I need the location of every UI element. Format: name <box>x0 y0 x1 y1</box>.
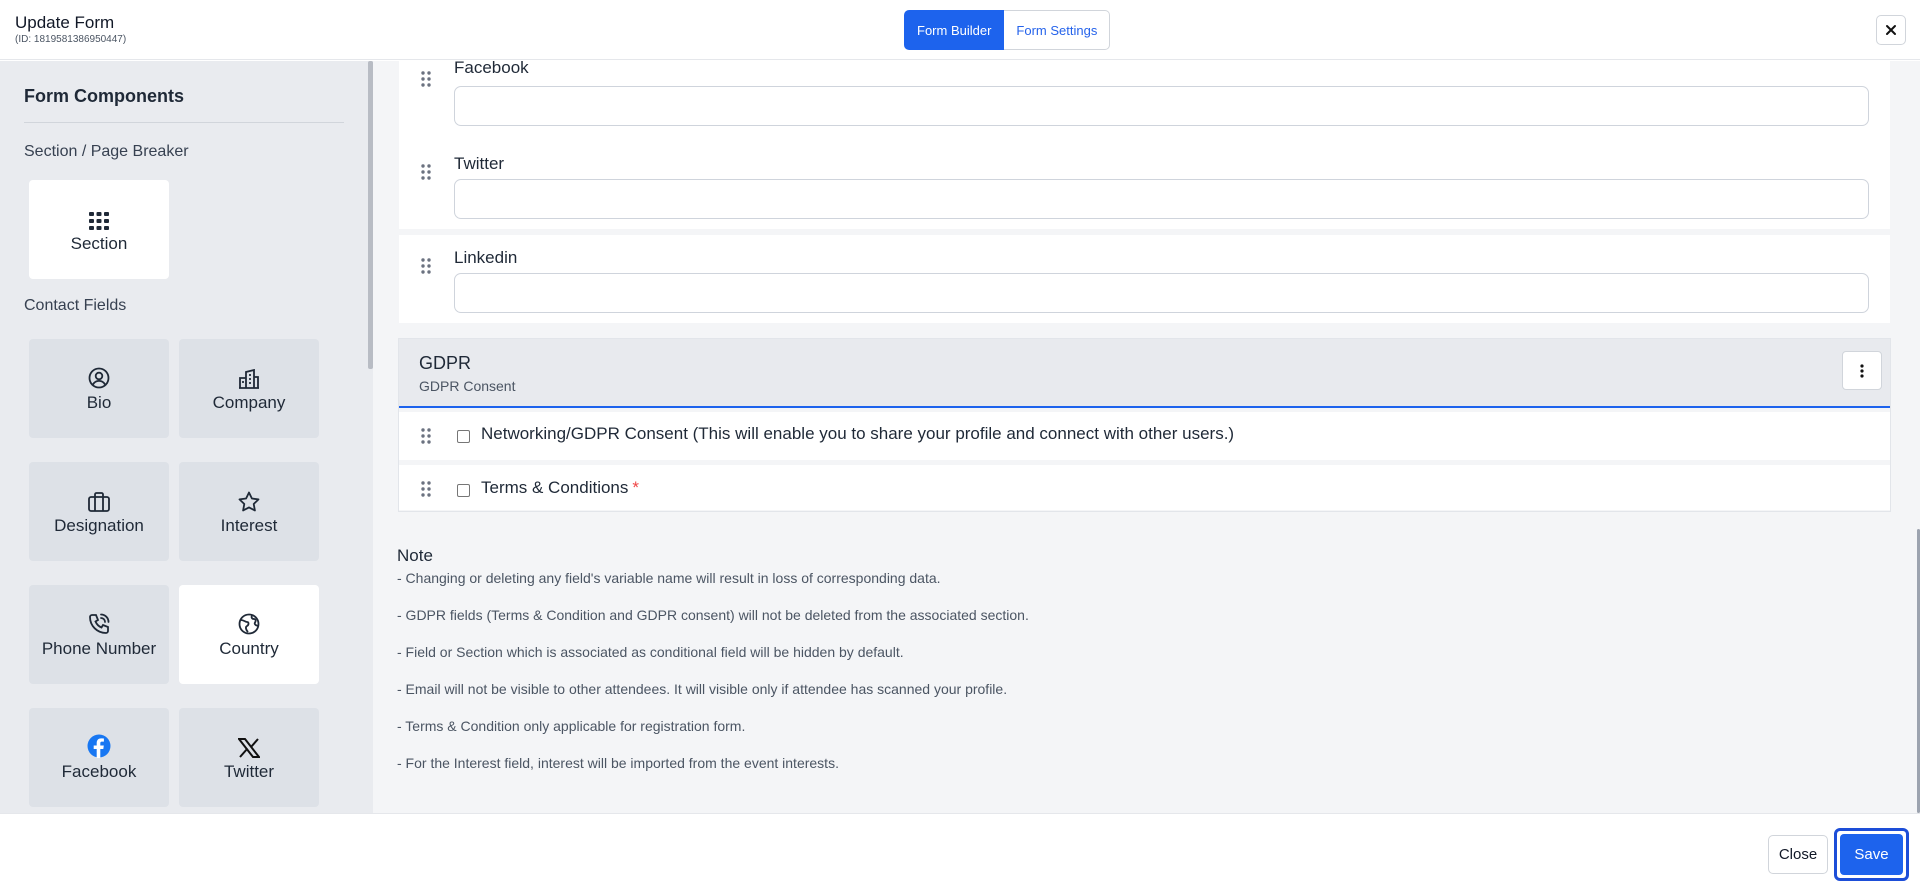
component-label: Twitter <box>223 761 275 781</box>
component-label: Country <box>219 638 279 658</box>
close-button[interactable]: Close <box>1768 835 1828 874</box>
component-designation[interactable]: Designation <box>29 462 169 561</box>
component-label: Bio <box>86 392 112 412</box>
component-label: Facebook <box>61 761 137 781</box>
checkbox-label: Networking/GDPR Consent (This will enabl… <box>481 424 1235 443</box>
note-line: - Field or Section which is associated a… <box>397 644 904 660</box>
field-label: Linkedin <box>454 248 518 267</box>
x-logo-icon <box>238 734 260 758</box>
tab-form-builder[interactable]: Form Builder <box>904 10 1005 50</box>
drag-handle-icon[interactable] <box>399 481 453 497</box>
tab-form-settings[interactable]: Form Settings <box>1004 10 1111 50</box>
form-field-row[interactable]: Twitter <box>399 141 1890 229</box>
twitter-input[interactable] <box>454 179 1869 219</box>
note-line: - For the Interest field, interest will … <box>397 755 839 771</box>
component-country[interactable]: Country <box>179 585 319 684</box>
group-label-section: Section / Page Breaker <box>24 143 189 160</box>
field-label: Twitter <box>454 154 505 173</box>
note-line: - Terms & Condition only applicable for … <box>397 718 746 734</box>
header-bar: Update Form (ID: 1819581386950447) Form … <box>0 0 1920 60</box>
globe-icon <box>238 611 260 635</box>
terms-row[interactable]: Terms & Conditions * <box>399 465 1890 510</box>
component-company[interactable]: Company <box>179 339 319 438</box>
save-button[interactable]: Save <box>1834 828 1909 881</box>
close-dialog-button[interactable] <box>1876 15 1906 45</box>
component-label: Section <box>70 233 128 253</box>
page-title: Update Form <box>15 13 115 32</box>
component-facebook[interactable]: Facebook <box>29 708 169 807</box>
component-label: Company <box>212 392 286 412</box>
component-label: Interest <box>220 515 278 535</box>
form-components-sidebar: Form Components Section / Page Breaker S… <box>0 61 373 813</box>
terms-checkbox[interactable] <box>457 484 470 497</box>
sidebar-heading: Form Components <box>24 86 184 106</box>
form-canvas: Facebook Twitter Linkedin GDPR GDPR Cons… <box>373 61 1920 813</box>
section-subtitle: GDPR Consent <box>419 378 516 394</box>
form-field-row[interactable]: Facebook <box>399 61 1890 141</box>
component-bio[interactable]: Bio <box>29 339 169 438</box>
note-line: - GDPR fields (Terms & Condition and GDP… <box>397 607 1029 623</box>
form-id-label: (ID: 1819581386950447) <box>15 34 127 45</box>
field-label: Facebook <box>454 61 529 77</box>
facebook-icon <box>87 734 111 758</box>
drag-handle-icon[interactable] <box>399 164 453 180</box>
footer-bar: Close Save <box>0 813 1920 892</box>
required-marker: * <box>632 478 640 497</box>
kebab-menu-icon <box>1860 363 1864 378</box>
close-icon <box>1886 25 1896 35</box>
gdpr-section-header[interactable]: GDPR GDPR Consent <box>399 338 1890 408</box>
note-line: - Changing or deleting any field's varia… <box>397 570 941 586</box>
user-circle-icon <box>88 365 110 389</box>
form-field-row[interactable]: Linkedin <box>399 235 1890 323</box>
component-label: Designation <box>54 515 144 535</box>
checkbox-label: Terms & Conditions * <box>481 478 639 498</box>
save-button-label: Save <box>1840 834 1903 875</box>
terms-label-text: Terms & Conditions <box>481 478 629 497</box>
component-twitter[interactable]: Twitter <box>179 708 319 807</box>
component-section[interactable]: Section <box>29 180 169 279</box>
drag-handle-icon[interactable] <box>399 71 453 87</box>
component-interest[interactable]: Interest <box>179 462 319 561</box>
note-title: Note <box>397 546 433 565</box>
component-phone-number[interactable]: Phone Number <box>29 585 169 684</box>
drag-handle-icon[interactable] <box>399 428 453 444</box>
tab-bar: Form Builder Form Settings <box>904 10 1111 50</box>
star-icon <box>238 488 260 512</box>
drag-handle-icon[interactable] <box>399 258 453 274</box>
sidebar-divider <box>24 122 344 123</box>
grid-icon <box>89 206 109 230</box>
section-title: GDPR <box>419 353 472 373</box>
section-menu-button[interactable] <box>1842 351 1882 390</box>
building-icon <box>238 365 260 389</box>
phone-icon <box>88 611 110 635</box>
linkedin-input[interactable] <box>454 273 1869 313</box>
briefcase-icon <box>88 488 110 512</box>
note-line: - Email will not be visible to other att… <box>397 681 1008 697</box>
group-label-contact-fields: Contact Fields <box>24 297 127 314</box>
gdpr-consent-row[interactable]: Networking/GDPR Consent (This will enabl… <box>399 412 1890 460</box>
component-label: Phone Number <box>41 638 157 658</box>
gdpr-consent-checkbox[interactable] <box>457 430 470 443</box>
facebook-input[interactable] <box>454 86 1869 126</box>
